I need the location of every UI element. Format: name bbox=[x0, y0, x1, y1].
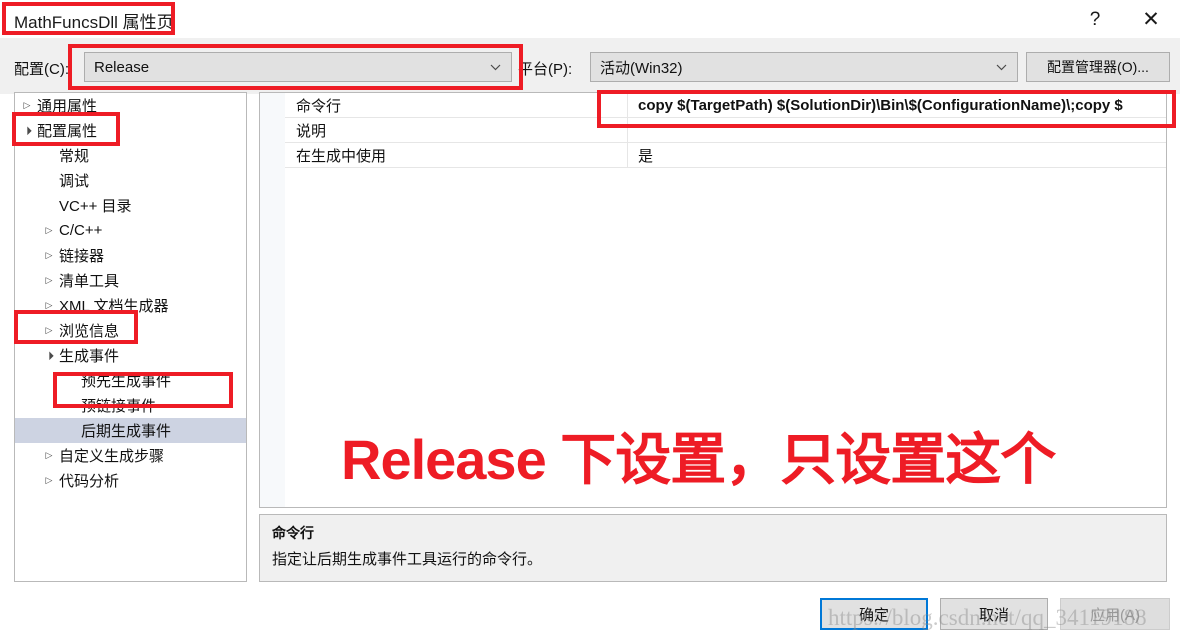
tree-item-label: XML 文档生成器 bbox=[59, 298, 169, 315]
tree-item-label: 预先生成事件 bbox=[81, 373, 172, 390]
property-value[interactable]: copy $(TargetPath) $(SolutionDir)\Bin\$(… bbox=[628, 93, 1166, 117]
tree-item-label: 链接器 bbox=[59, 248, 105, 265]
property-name: 在生成中使用 bbox=[285, 143, 628, 167]
property-row[interactable]: 在生成中使用是 bbox=[285, 143, 1166, 168]
tree-item[interactable]: ◢ 配置属性 bbox=[15, 118, 246, 143]
twisty-expanded-icon[interactable]: ◢ bbox=[18, 122, 36, 140]
configuration-label: 配置(C): bbox=[14, 61, 69, 78]
twisty-expanded-icon[interactable]: ◢ bbox=[40, 347, 58, 365]
twisty-collapsed-icon[interactable]: ▷ bbox=[19, 100, 35, 111]
tree-item[interactable]: ▷ 自定义生成步骤 bbox=[15, 443, 246, 468]
tree-item[interactable]: ▷ 通用属性 bbox=[15, 93, 246, 118]
tree-item[interactable]: 常规 bbox=[15, 143, 246, 168]
property-row[interactable]: 命令行 copy $(TargetPath) $(SolutionDir)\Bin… bbox=[285, 93, 1166, 118]
tree-item[interactable]: ▷ XML 文档生成器 bbox=[15, 293, 246, 318]
tree-item[interactable]: ▷ 链接器 bbox=[15, 243, 246, 268]
twisty-collapsed-icon[interactable]: ▷ bbox=[41, 475, 57, 486]
property-value[interactable]: 是 bbox=[628, 143, 1166, 167]
tree-item[interactable]: 预先生成事件 bbox=[15, 368, 246, 393]
tree-item-label: 常规 bbox=[59, 148, 90, 165]
description-body: 指定让后期生成事件工具运行的命令行。 bbox=[272, 551, 543, 568]
page-title: MathFuncsDll 属性页 bbox=[14, 13, 174, 32]
tree-item[interactable]: 调试 bbox=[15, 168, 246, 193]
property-name: 说明 bbox=[285, 118, 628, 142]
platform-combobox[interactable]: 活动(Win32) bbox=[590, 52, 1018, 82]
configuration-combobox[interactable]: Release bbox=[84, 52, 512, 82]
tree-item[interactable]: ▷ 代码分析 bbox=[15, 468, 246, 493]
twisty-collapsed-icon[interactable]: ▷ bbox=[41, 250, 57, 261]
cancel-button[interactable]: 取消 bbox=[940, 598, 1048, 630]
tree-item[interactable]: 后期生成事件 bbox=[15, 418, 246, 443]
title-bar: MathFuncsDll 属性页 ? ✕ bbox=[0, 0, 1180, 38]
tree-item[interactable]: 预链接事件 bbox=[15, 393, 246, 418]
twisty-collapsed-icon[interactable]: ▷ bbox=[41, 300, 57, 311]
tree-item[interactable]: ◢ 生成事件 bbox=[15, 343, 246, 368]
property-tree[interactable]: ▷ 通用属性 ◢ 配置属性 常规 调试 VC++ 目录 ▷ C/C++ ▷ 链接器 ▷ 清单工具 ▷ XML… bbox=[14, 92, 247, 582]
tree-item-label: 后期生成事件 bbox=[81, 423, 172, 440]
close-icon[interactable]: ✕ bbox=[1128, 0, 1174, 38]
tree-item-label: C/C++ bbox=[59, 222, 103, 239]
apply-button: 应用(A) bbox=[1060, 598, 1170, 630]
chevron-down-icon bbox=[995, 61, 1008, 74]
help-icon[interactable]: ? bbox=[1072, 0, 1118, 38]
tree-item[interactable]: ▷ C/C++ bbox=[15, 218, 246, 243]
tree-item-label: 配置属性 bbox=[37, 123, 98, 140]
tree-item[interactable]: ▷ 浏览信息 bbox=[15, 318, 246, 343]
tree-item-label: 通用属性 bbox=[37, 98, 98, 115]
description-title: 命令行 bbox=[272, 525, 314, 541]
tree-item-label: 自定义生成步骤 bbox=[59, 448, 165, 465]
chevron-down-icon bbox=[489, 61, 502, 74]
tree-item-label: 浏览信息 bbox=[59, 323, 120, 340]
property-row[interactable]: 说明 bbox=[285, 118, 1166, 143]
tree-item-label: 代码分析 bbox=[59, 473, 120, 490]
property-grid-gutter bbox=[260, 93, 285, 507]
tree-item-label: 生成事件 bbox=[59, 348, 120, 365]
description-panel: 命令行 指定让后期生成事件工具运行的命令行。 bbox=[259, 514, 1167, 582]
property-name: 命令行 bbox=[285, 93, 628, 117]
property-value[interactable] bbox=[628, 118, 1166, 142]
ok-button[interactable]: 确定 bbox=[820, 598, 928, 630]
tree-item[interactable]: VC++ 目录 bbox=[15, 193, 246, 218]
twisty-collapsed-icon[interactable]: ▷ bbox=[41, 325, 57, 336]
tree-item-label: VC++ 目录 bbox=[59, 198, 132, 215]
platform-label: 平台(P): bbox=[518, 61, 573, 78]
platform-value: 活动(Win32) bbox=[600, 59, 683, 77]
configuration-manager-button[interactable]: 配置管理器(O)... bbox=[1026, 52, 1170, 82]
twisty-collapsed-icon[interactable]: ▷ bbox=[41, 275, 57, 286]
twisty-collapsed-icon[interactable]: ▷ bbox=[41, 225, 57, 236]
tree-item-label: 预链接事件 bbox=[81, 398, 157, 415]
tree-item[interactable]: ▷ 清单工具 bbox=[15, 268, 246, 293]
tree-item-label: 清单工具 bbox=[59, 273, 120, 290]
configuration-value: Release bbox=[94, 58, 150, 76]
property-grid[interactable]: 命令行 copy $(TargetPath) $(SolutionDir)\Bin… bbox=[259, 92, 1167, 508]
tree-item-label: 调试 bbox=[59, 173, 90, 190]
twisty-collapsed-icon[interactable]: ▷ bbox=[41, 450, 57, 461]
